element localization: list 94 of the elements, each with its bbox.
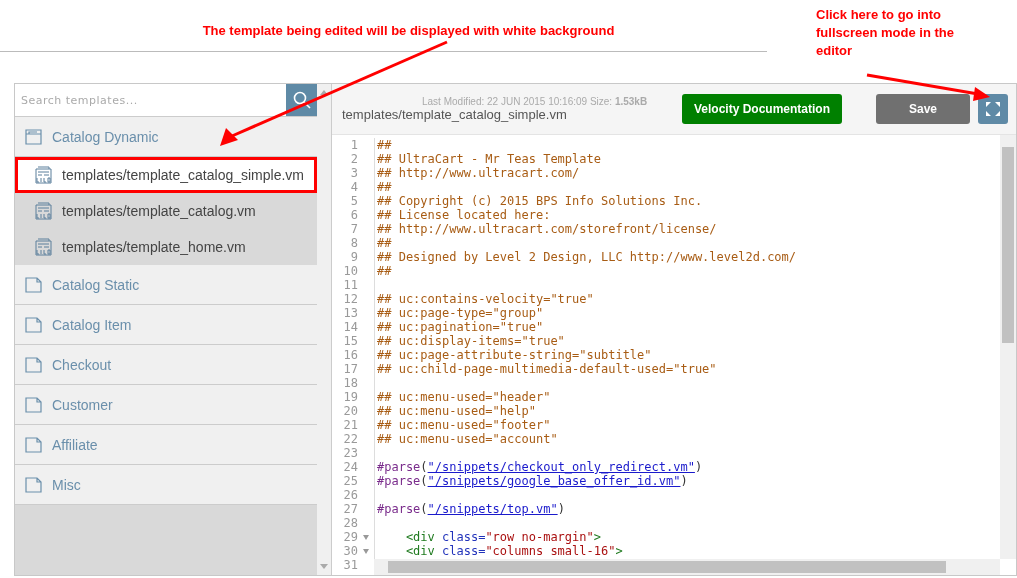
code-line: ## uc:page-attribute-string="subtitle" <box>377 348 652 362</box>
line-number: 29 <box>342 530 358 544</box>
line-number: 1 <box>349 138 358 152</box>
code-line: ## <box>377 236 392 250</box>
documentation-button[interactable]: Velocity Documentation <box>682 94 842 124</box>
line-number: 17 <box>342 362 358 376</box>
code-line: <div class="columns small-16"> <box>404 544 623 558</box>
code-line: ## uc:menu-used="footer" <box>377 418 551 432</box>
code-line: ## <box>377 180 392 194</box>
code-line: ## uc:display-items="true" <box>377 334 565 348</box>
folder-icon <box>25 396 42 413</box>
code-line: ## uc:contains-velocity="true" <box>377 292 594 306</box>
template-file-icon <box>35 202 52 220</box>
code-line: <div class="row no-margin"> <box>404 530 601 544</box>
code-line: ## uc:pagination="true" <box>377 320 544 334</box>
folder-icon <box>25 316 42 333</box>
folder-icon <box>25 356 42 373</box>
code-line: ## uc:menu-used="help" <box>377 404 536 418</box>
line-number: 21 <box>342 418 358 432</box>
line-number: 14 <box>342 320 358 334</box>
line-number: 5 <box>349 194 358 208</box>
annotation-text: Click here to go into fullscreen mode in the editor <box>816 6 955 60</box>
line-number: 27 <box>342 502 358 516</box>
line-number: 25 <box>342 474 358 488</box>
scrollbar[interactable] <box>1000 135 1016 559</box>
line-number: 26 <box>342 488 358 502</box>
line-number: 12 <box>342 292 358 306</box>
folder-item[interactable]: Affiliate <box>15 425 317 465</box>
line-number: 13 <box>342 306 358 320</box>
fold-icon[interactable] <box>363 534 369 540</box>
folder-item[interactable]: Catalog Item <box>15 305 317 345</box>
folder-item[interactable]: Checkout <box>15 345 317 385</box>
template-item[interactable]: templates/template_catalog.vm <box>15 193 317 229</box>
line-number: 2 <box>349 152 358 166</box>
code-line: ## uc:page-type="group" <box>377 306 544 320</box>
scrollbar[interactable] <box>374 559 1000 575</box>
fullscreen-button[interactable] <box>978 94 1008 124</box>
scrollbar[interactable] <box>317 84 331 575</box>
annotation-text: The template being edited will be displayed with white background <box>202 23 615 39</box>
code-line: #parse("/snippets/top.vm") <box>377 502 565 516</box>
line-number: 6 <box>349 208 358 222</box>
line-number: 3 <box>349 166 358 180</box>
code-line: ## http://www.ultracart.com/ <box>377 166 580 180</box>
fold-icon[interactable] <box>363 548 369 554</box>
code-line: ## uc:child-page-multimedia-default-used="true" <box>377 362 717 376</box>
template-file-icon <box>35 166 52 184</box>
line-number: 8 <box>349 236 358 250</box>
code-line: ## uc:menu-used="account" <box>377 432 558 446</box>
folder-icon <box>25 476 42 493</box>
line-number: 23 <box>342 446 358 460</box>
folder-item[interactable]: Catalog Dynamic <box>15 117 317 157</box>
open-folder-icon <box>25 128 42 145</box>
code-line: ## <box>377 264 392 278</box>
line-number: 16 <box>342 348 358 362</box>
code-line: ## Designed by Level 2 Design, LLC http://www.level2d.com/ <box>377 250 797 264</box>
folder-icon <box>25 276 42 293</box>
template-item[interactable]: templates/template_home.vm <box>15 229 317 265</box>
line-number: 10 <box>342 264 358 278</box>
code-line: ## UltraCart - Mr Teas Template <box>377 152 601 166</box>
code-line: ## uc:menu-used="header" <box>377 390 551 404</box>
line-number: 9 <box>349 250 358 264</box>
code-line: #parse("/snippets/checkout_only_redirect.vm") <box>377 460 703 474</box>
line-number: 30 <box>342 544 358 558</box>
line-number: 18 <box>342 376 358 390</box>
line-number: 22 <box>342 432 358 446</box>
search-field[interactable]: Search templates... <box>15 84 286 116</box>
line-number: 4 <box>349 180 358 194</box>
folder-item[interactable]: Catalog Static <box>15 265 317 305</box>
line-number: 19 <box>342 390 358 404</box>
search-button[interactable] <box>286 84 317 116</box>
save-button[interactable]: Save <box>876 94 970 124</box>
fullscreen-icon <box>985 101 1001 117</box>
code-line: ## <box>377 138 392 152</box>
code-line: #parse("/snippets/google_base_offer_id.vm") <box>377 474 688 488</box>
line-number: 11 <box>342 278 358 292</box>
scroll-down-icon <box>320 564 328 569</box>
search-icon <box>292 91 311 109</box>
code-line: ## Copyright (c) 2015 BPS Info Solutions Inc. <box>377 194 703 208</box>
line-number: 24 <box>342 460 358 474</box>
template-file-icon <box>35 238 52 256</box>
folder-icon <box>25 436 42 453</box>
scroll-up-icon <box>320 90 328 95</box>
file-info-text: Last Modified: 22 JUN 2015 10:16:09 Size: 1.53kB <box>421 96 649 107</box>
line-number: 15 <box>342 334 358 348</box>
line-number: 20 <box>342 404 358 418</box>
file-path: templates/template_catalog_simple.vm <box>342 107 568 122</box>
line-number: 31 <box>342 558 358 572</box>
folder-item[interactable]: Misc <box>15 465 317 505</box>
code-line: ## http://www.ultracart.com/storefront/license/ <box>377 222 717 236</box>
line-number: 28 <box>342 516 358 530</box>
code-line: ## License located here: <box>377 208 551 222</box>
template-item[interactable]: templates/template_catalog_simple.vm <box>18 160 314 190</box>
folder-item[interactable]: Customer <box>15 385 317 425</box>
line-number: 7 <box>349 222 358 236</box>
